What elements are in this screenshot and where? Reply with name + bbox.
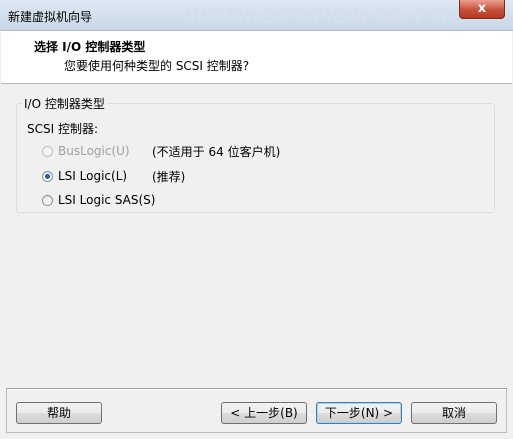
group-label: I/O 控制器类型	[22, 95, 107, 112]
next-button[interactable]: 下一步(N) >	[316, 402, 402, 424]
radio-lsi-logic-sas[interactable]: LSI Logic SAS(S)	[42, 192, 155, 208]
wizard-window: 新建虚拟机向导 WORKSTATION 15 PRO x 选择 I/O 控制器类…	[0, 0, 513, 439]
page-title: 选择 I/O 控制器类型	[34, 40, 146, 54]
close-icon: x	[477, 1, 487, 16]
back-button[interactable]: < 上一步(B)	[221, 402, 307, 424]
close-button[interactable]: x	[459, 0, 505, 19]
product-watermark: WORKSTATION 15 PRO	[185, 3, 469, 28]
radio-buslogic: BusLogic(U)	[42, 143, 130, 159]
radio-buslogic-label: BusLogic(U)	[58, 144, 130, 158]
lsi-logic-note: (推荐)	[152, 170, 186, 184]
help-button[interactable]: 帮助	[16, 402, 102, 424]
page-subtitle: 您要使用何种类型的 SCSI 控制器?	[64, 59, 250, 73]
radio-lsi-logic-label[interactable]: LSI Logic(L)	[58, 169, 127, 183]
radio-lsi-logic[interactable]: LSI Logic(L)	[42, 168, 127, 184]
buslogic-note: (不适用于 64 位客户机)	[152, 145, 281, 159]
radio-lsi-logic-button[interactable]	[42, 170, 53, 182]
radio-lsi-logic-sas-label[interactable]: LSI Logic SAS(S)	[58, 193, 155, 207]
wizard-header: 选择 I/O 控制器类型 您要使用何种类型的 SCSI 控制器?	[1, 31, 512, 84]
radio-buslogic-button	[42, 145, 53, 157]
window-title: 新建虚拟机向导	[8, 10, 93, 24]
scsi-controller-label: SCSI 控制器:	[27, 122, 99, 136]
title-bar[interactable]: 新建虚拟机向导 WORKSTATION 15 PRO x	[0, 0, 513, 31]
radio-lsi-logic-sas-button[interactable]	[42, 194, 53, 206]
cancel-button[interactable]: 取消	[411, 402, 497, 424]
